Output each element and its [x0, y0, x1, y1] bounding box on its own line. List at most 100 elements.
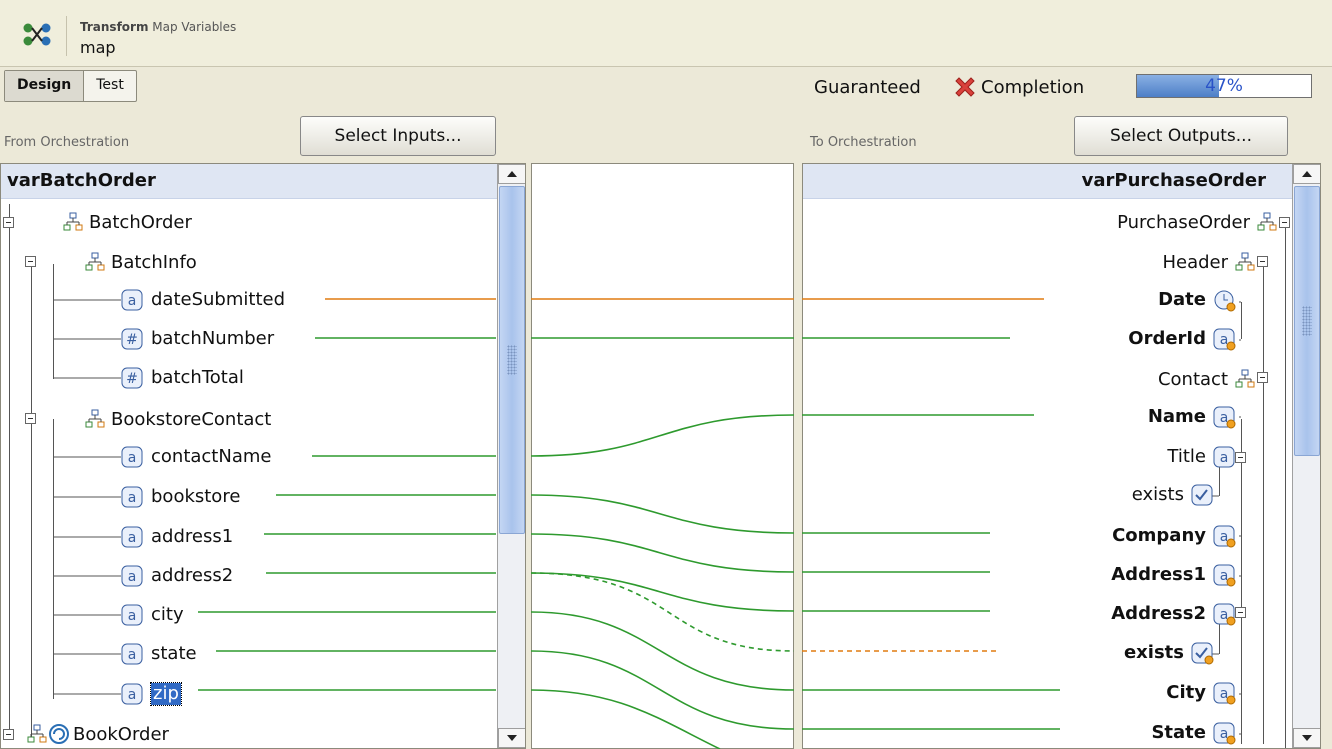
svg-text:#: # [126, 332, 138, 348]
tree-node-state[interactable]: state [151, 643, 197, 665]
tree-node-bookorder[interactable]: BookOrder [73, 724, 169, 746]
svg-text:a: a [128, 530, 137, 546]
tree-node-batchtotal[interactable]: batchTotal [151, 367, 244, 389]
svg-text:a: a [1220, 450, 1229, 466]
target-node-company[interactable]: Company [1112, 525, 1206, 547]
scroll-down-button[interactable] [498, 728, 525, 748]
string-icon: a [1213, 328, 1236, 351]
tree-node-address1[interactable]: address1 [151, 526, 233, 548]
string-icon: a [121, 565, 143, 587]
string-icon: a [121, 604, 143, 626]
target-node-address2[interactable]: Address2 [1111, 603, 1206, 625]
scroll-up-button[interactable] [498, 164, 525, 184]
record-icon [85, 252, 105, 271]
string-icon: a [121, 526, 143, 548]
collapse-icon[interactable] [25, 256, 39, 270]
select-outputs-button[interactable]: Select Outputs... [1074, 116, 1288, 156]
target-node-orderid[interactable]: OrderId [1128, 328, 1206, 350]
tree-node-batchinfo[interactable]: BatchInfo [111, 252, 197, 274]
tab-design[interactable]: Design [5, 71, 85, 101]
record-icon [1235, 369, 1255, 388]
record-icon [1257, 212, 1277, 231]
source-tree-panel: varBatchOrder a # # a a a a a a a BatchO… [0, 163, 526, 749]
target-node-contact[interactable]: Contact [1158, 369, 1228, 391]
boolean-icon [1191, 484, 1213, 506]
tree-node-zip[interactable]: zip [150, 682, 182, 706]
error-icon [955, 77, 975, 97]
svg-text:a: a [128, 647, 137, 663]
datetime-icon [1214, 290, 1236, 312]
record-icon [27, 724, 47, 743]
collapse-icon[interactable] [1235, 607, 1249, 621]
header-kind: Transform Map Variables [80, 20, 237, 34]
collapse-icon[interactable] [3, 217, 17, 231]
collapse-icon[interactable] [25, 413, 39, 427]
tree-node-bookstorecontact[interactable]: BookstoreContact [111, 409, 271, 431]
target-node-purchaseorder[interactable]: PurchaseOrder [1117, 212, 1250, 234]
collapse-icon[interactable] [1279, 217, 1293, 231]
completion-label: Completion [981, 77, 1085, 98]
string-icon: a [121, 446, 143, 468]
progress-text: 47% [1205, 76, 1243, 96]
target-node-title[interactable]: Title [1167, 446, 1206, 468]
target-node-city[interactable]: City [1166, 682, 1206, 704]
tree-node-datesubmitted[interactable]: dateSubmitted [151, 289, 285, 311]
source-scrollbar[interactable] [497, 164, 525, 748]
target-node-header[interactable]: Header [1162, 252, 1228, 274]
string-icon: a [121, 486, 143, 508]
tree-node-bookstore[interactable]: bookstore [151, 486, 240, 508]
view-tabs: Design Test [4, 70, 137, 102]
svg-text:#: # [126, 371, 138, 387]
svg-text:a: a [128, 490, 137, 506]
map-icon [23, 23, 51, 46]
target-node-address1[interactable]: Address1 [1111, 564, 1206, 586]
string-icon: a [1213, 525, 1236, 548]
scroll-down-button[interactable] [1293, 728, 1320, 748]
record-icon [63, 212, 83, 231]
string-icon: a [121, 683, 143, 705]
boolean-icon [1191, 642, 1214, 665]
collapse-icon[interactable] [1257, 256, 1271, 270]
collapse-icon[interactable] [1235, 452, 1249, 466]
string-icon: a [1213, 722, 1236, 745]
tree-node-address2[interactable]: address2 [151, 565, 233, 587]
collapse-icon[interactable] [3, 729, 17, 743]
number-icon: # [121, 328, 143, 350]
record-icon [85, 409, 105, 428]
mapping-canvas[interactable] [531, 163, 794, 749]
svg-text:a: a [128, 569, 137, 585]
tab-test[interactable]: Test [84, 71, 136, 101]
target-scrollbar[interactable] [1292, 164, 1320, 748]
string-icon: a [1213, 406, 1236, 429]
svg-text:a: a [128, 687, 137, 703]
tree-node-city[interactable]: city [151, 604, 184, 626]
target-node-name[interactable]: Name [1148, 406, 1206, 428]
scroll-thumb[interactable] [499, 186, 525, 534]
tree-node-batchorder[interactable]: BatchOrder [89, 212, 192, 234]
svg-text:a: a [128, 450, 137, 466]
target-node-date[interactable]: Date [1158, 289, 1206, 311]
tree-node-contactname[interactable]: contactName [151, 446, 271, 468]
target-node-title-exists[interactable]: exists [1132, 484, 1184, 506]
scroll-up-button[interactable] [1293, 164, 1320, 184]
select-inputs-button[interactable]: Select Inputs... [300, 116, 496, 156]
svg-text:a: a [128, 608, 137, 624]
completion-progress: 47% [1136, 74, 1312, 98]
to-orchestration-label: To Orchestration [810, 135, 917, 150]
record-icon [1235, 252, 1255, 271]
string-icon: a [1213, 446, 1235, 468]
loop-icon [49, 724, 69, 744]
guaranteed-label: Guaranteed [814, 77, 921, 98]
target-node-address2-exists[interactable]: exists [1124, 642, 1184, 664]
from-orchestration-label: From Orchestration [4, 135, 130, 150]
string-icon: a [1213, 682, 1236, 705]
scroll-thumb[interactable] [1294, 186, 1320, 456]
map-name: map [80, 38, 116, 57]
svg-text:a: a [128, 293, 137, 309]
collapse-icon[interactable] [1257, 372, 1271, 386]
string-icon: a [121, 643, 143, 665]
target-tree-panel: varPurchaseOrder a a a a a a a a Purchas… [802, 163, 1321, 749]
target-node-state[interactable]: State [1151, 722, 1206, 744]
header-separator [66, 16, 67, 56]
tree-node-batchnumber[interactable]: batchNumber [151, 328, 274, 350]
